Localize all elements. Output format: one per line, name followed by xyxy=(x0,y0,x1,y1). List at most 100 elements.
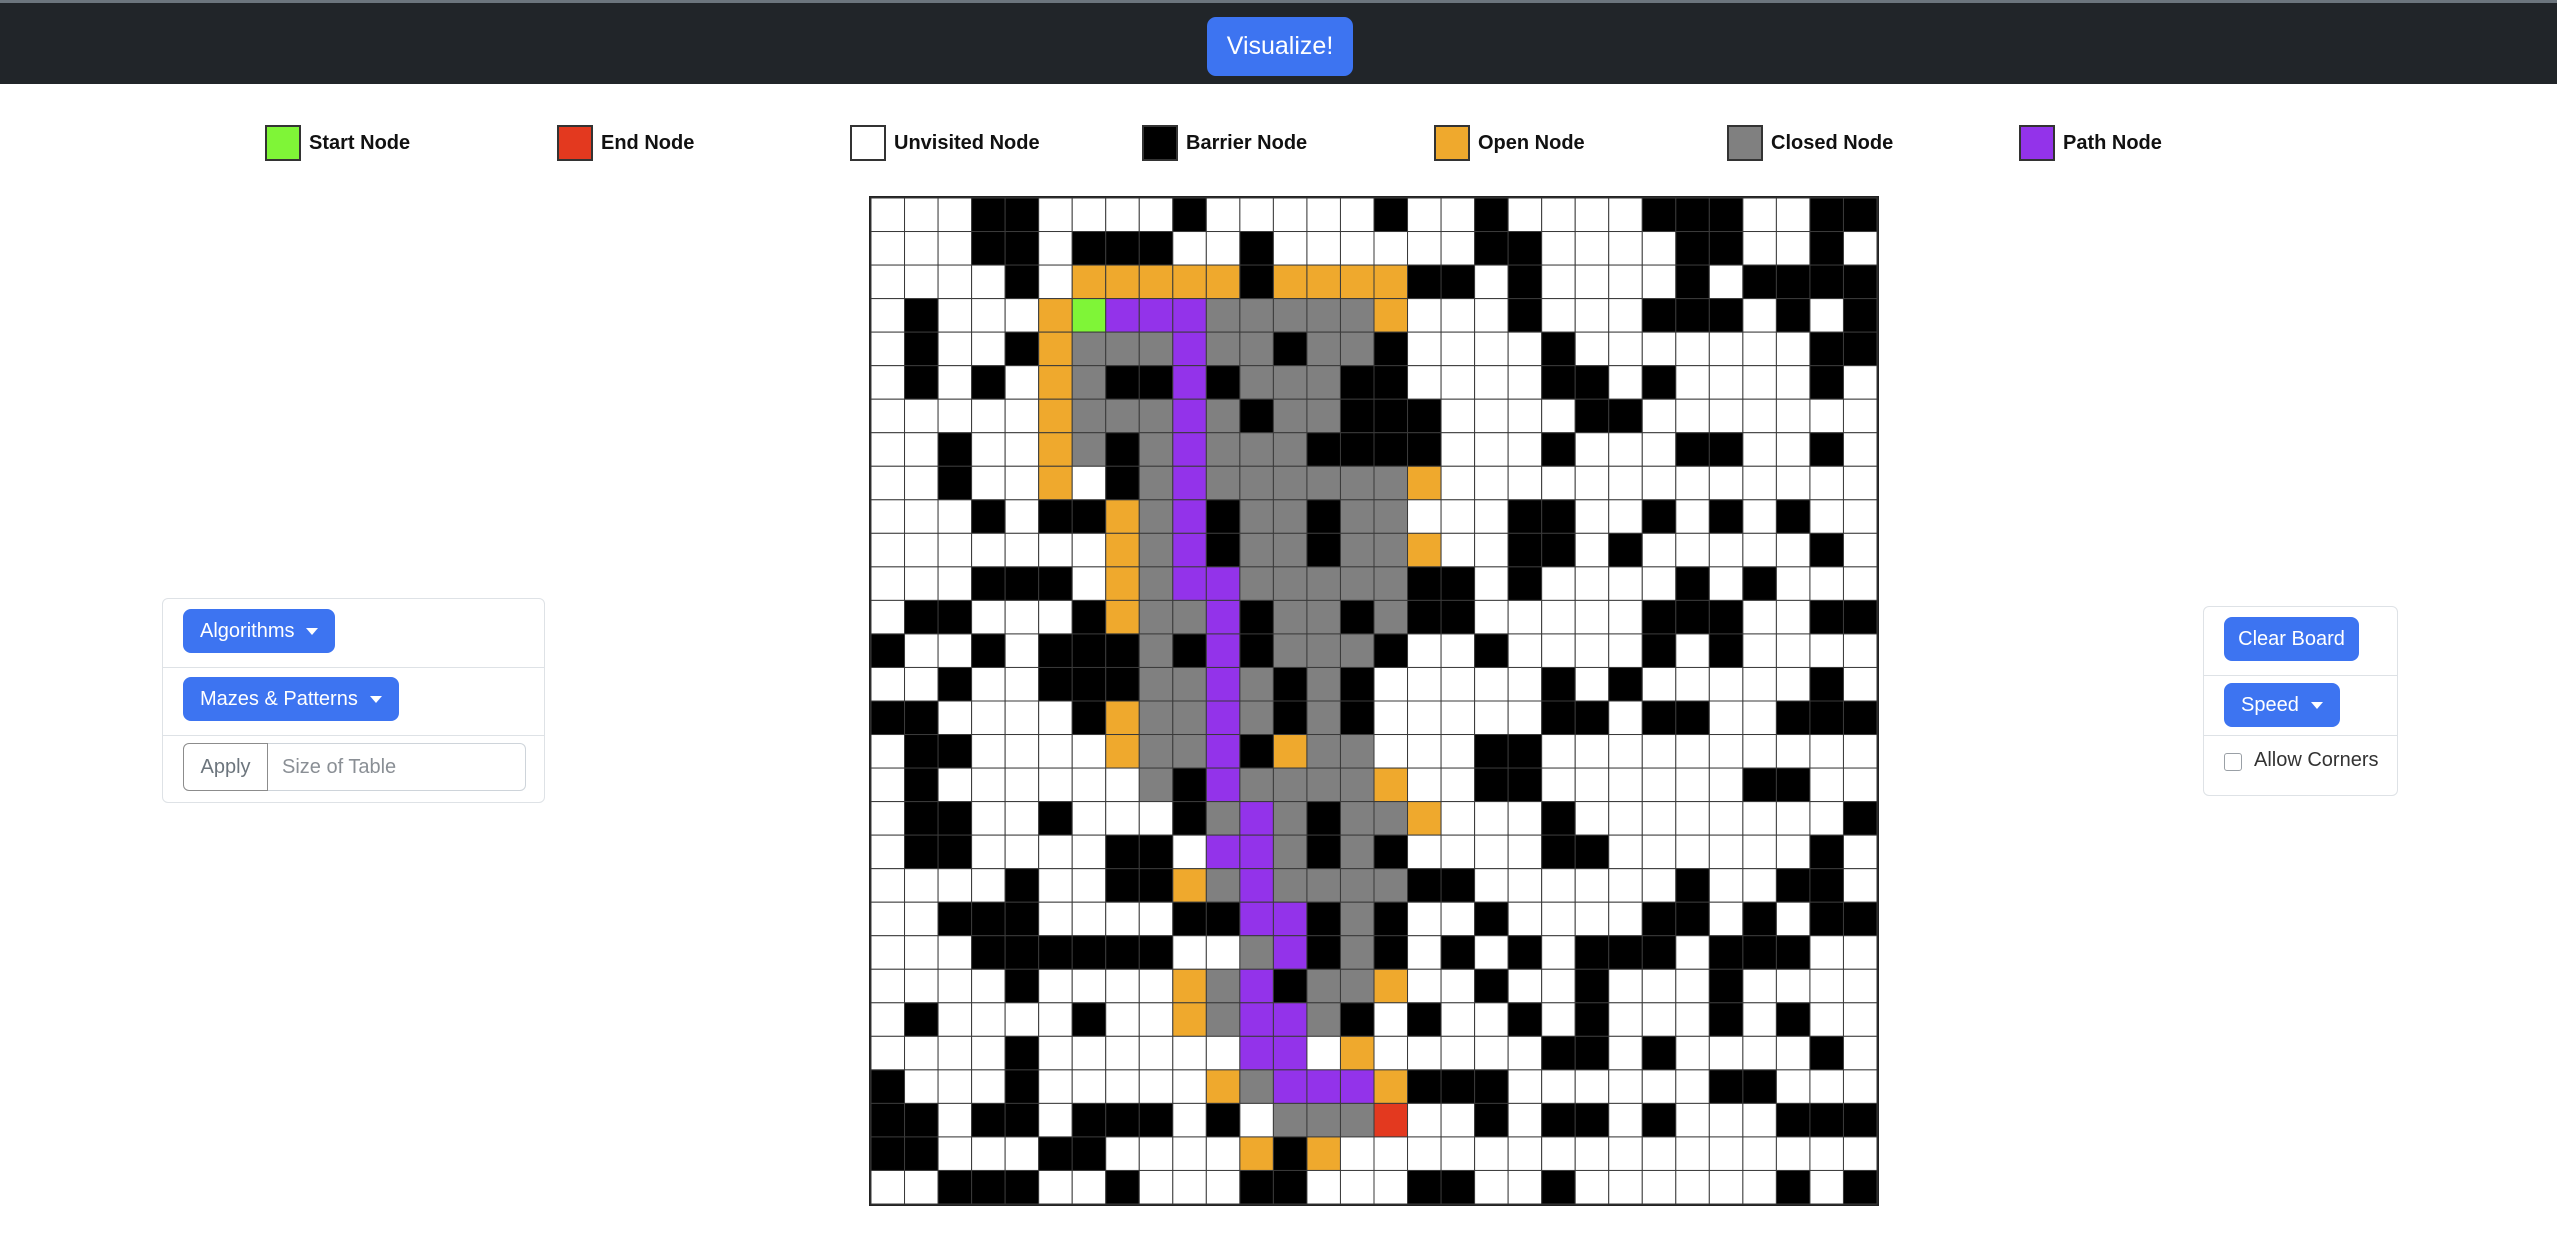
grid-cell-path[interactable] xyxy=(1239,1002,1274,1037)
grid-cell-unvisited[interactable] xyxy=(904,231,939,266)
grid-cell-unvisited[interactable] xyxy=(1742,197,1777,233)
grid-cell-barrier[interactable] xyxy=(1474,231,1509,266)
grid-cell-unvisited[interactable] xyxy=(1407,1136,1442,1171)
grid-cell-barrier[interactable] xyxy=(1742,264,1777,300)
grid-cell-open[interactable] xyxy=(1172,968,1207,1004)
grid-cell-unvisited[interactable] xyxy=(1708,1169,1744,1205)
grid-cell-unvisited[interactable] xyxy=(870,398,906,434)
grid-cell-unvisited[interactable] xyxy=(1306,1169,1341,1205)
grid-cell-closed[interactable] xyxy=(1105,331,1140,367)
grid-cell-open[interactable] xyxy=(1038,298,1073,333)
grid-cell-closed[interactable] xyxy=(1138,499,1174,534)
grid-cell-unvisited[interactable] xyxy=(1541,566,1576,601)
grid-cell-closed[interactable] xyxy=(1373,499,1409,534)
grid-cell-closed[interactable] xyxy=(1205,331,1241,367)
grid-cell-unvisited[interactable] xyxy=(1608,767,1643,803)
grid-cell-unvisited[interactable] xyxy=(937,264,973,300)
grid-cell-unvisited[interactable] xyxy=(1742,331,1777,367)
grid-cell-unvisited[interactable] xyxy=(1574,1069,1610,1104)
grid-cell-open[interactable] xyxy=(1138,264,1174,300)
grid-cell-barrier[interactable] xyxy=(1105,1102,1140,1138)
grid-cell-barrier[interactable] xyxy=(1306,532,1341,568)
grid-cell-unvisited[interactable] xyxy=(1272,231,1308,266)
grid-cell-closed[interactable] xyxy=(1306,968,1341,1004)
grid-cell-barrier[interactable] xyxy=(1474,197,1509,233)
grid-cell-barrier[interactable] xyxy=(971,1102,1006,1138)
grid-cell-unvisited[interactable] xyxy=(1608,1102,1643,1138)
grid-cell-barrier[interactable] xyxy=(1775,264,1811,300)
grid-cell-unvisited[interactable] xyxy=(1440,365,1476,400)
grid-cell-closed[interactable] xyxy=(1339,566,1375,601)
grid-cell-unvisited[interactable] xyxy=(1507,901,1543,937)
grid-cell-barrier[interactable] xyxy=(1407,1069,1442,1104)
grid-cell-path[interactable] xyxy=(1172,499,1207,534)
grid-cell-unvisited[interactable] xyxy=(1842,566,1878,601)
grid-cell-barrier[interactable] xyxy=(937,432,973,467)
grid-cell-barrier[interactable] xyxy=(1474,767,1509,803)
grid-cell-barrier[interactable] xyxy=(1105,633,1140,668)
grid-cell-unvisited[interactable] xyxy=(1742,633,1777,668)
grid-cell-barrier[interactable] xyxy=(1474,901,1509,937)
grid-cell-unvisited[interactable] xyxy=(937,633,973,668)
grid-cell-unvisited[interactable] xyxy=(1742,365,1777,400)
grid-cell-path[interactable] xyxy=(1205,633,1241,668)
grid-cell-barrier[interactable] xyxy=(1574,935,1610,970)
grid-cell-unvisited[interactable] xyxy=(1507,331,1543,367)
grid-cell-unvisited[interactable] xyxy=(1172,1035,1207,1071)
grid-cell-unvisited[interactable] xyxy=(1608,432,1643,467)
grid-cell-unvisited[interactable] xyxy=(937,1035,973,1071)
grid-cell-closed[interactable] xyxy=(1306,465,1341,501)
grid-cell-closed[interactable] xyxy=(1272,1102,1308,1138)
grid-cell-closed[interactable] xyxy=(1272,398,1308,434)
grid-cell-barrier[interactable] xyxy=(1675,197,1710,233)
grid-cell-unvisited[interactable] xyxy=(1574,197,1610,233)
grid-cell-unvisited[interactable] xyxy=(1574,231,1610,266)
grid-cell-unvisited[interactable] xyxy=(937,1136,973,1171)
grid-cell-barrier[interactable] xyxy=(1440,264,1476,300)
grid-cell-unvisited[interactable] xyxy=(1541,968,1576,1004)
grid-cell-barrier[interactable] xyxy=(1038,566,1073,601)
grid-cell-unvisited[interactable] xyxy=(1339,1136,1375,1171)
grid-cell-unvisited[interactable] xyxy=(1507,666,1543,702)
grid-cell-closed[interactable] xyxy=(1239,700,1274,736)
grid-cell-barrier[interactable] xyxy=(904,1002,939,1037)
grid-cell-unvisited[interactable] xyxy=(937,298,973,333)
grid-cell-closed[interactable] xyxy=(1272,599,1308,635)
grid-cell-unvisited[interactable] xyxy=(1641,432,1677,467)
grid-cell-barrier[interactable] xyxy=(937,834,973,870)
grid-cell-unvisited[interactable] xyxy=(1708,666,1744,702)
grid-cell-unvisited[interactable] xyxy=(1608,231,1643,266)
grid-cell-barrier[interactable] xyxy=(1071,231,1107,266)
grid-cell-unvisited[interactable] xyxy=(1608,1136,1643,1171)
grid-cell-closed[interactable] xyxy=(1071,365,1107,400)
grid-cell-barrier[interactable] xyxy=(1842,700,1878,736)
grid-cell-path[interactable] xyxy=(1172,365,1207,400)
grid-cell-unvisited[interactable] xyxy=(1105,1136,1140,1171)
grid-cell-barrier[interactable] xyxy=(1809,365,1844,400)
grid-cell-open[interactable] xyxy=(1038,432,1073,467)
grid-cell-end[interactable] xyxy=(1373,1102,1409,1138)
grid-cell-barrier[interactable] xyxy=(1541,834,1576,870)
grid-cell-unvisited[interactable] xyxy=(1541,633,1576,668)
grid-cell-path[interactable] xyxy=(1138,298,1174,333)
grid-cell-unvisited[interactable] xyxy=(1071,1169,1107,1205)
grid-cell-closed[interactable] xyxy=(1339,901,1375,937)
grid-cell-unvisited[interactable] xyxy=(1373,231,1409,266)
grid-cell-unvisited[interactable] xyxy=(904,197,939,233)
grid-cell-unvisited[interactable] xyxy=(1407,331,1442,367)
grid-cell-unvisited[interactable] xyxy=(1608,834,1643,870)
grid-cell-unvisited[interactable] xyxy=(937,968,973,1004)
grid-cell-path[interactable] xyxy=(1205,767,1241,803)
grid-cell-unvisited[interactable] xyxy=(1474,365,1509,400)
grid-cell-open[interactable] xyxy=(1105,264,1140,300)
grid-cell-unvisited[interactable] xyxy=(1675,968,1710,1004)
grid-cell-barrier[interactable] xyxy=(904,298,939,333)
grid-cell-barrier[interactable] xyxy=(1373,834,1409,870)
grid-cell-unvisited[interactable] xyxy=(1742,231,1777,266)
grid-cell-unvisited[interactable] xyxy=(1775,834,1811,870)
grid-cell-path[interactable] xyxy=(1205,566,1241,601)
grid-cell-path[interactable] xyxy=(1272,1035,1308,1071)
grid-cell-barrier[interactable] xyxy=(971,499,1006,534)
grid-cell-unvisited[interactable] xyxy=(1004,1136,1040,1171)
grid-cell-unvisited[interactable] xyxy=(1474,1002,1509,1037)
